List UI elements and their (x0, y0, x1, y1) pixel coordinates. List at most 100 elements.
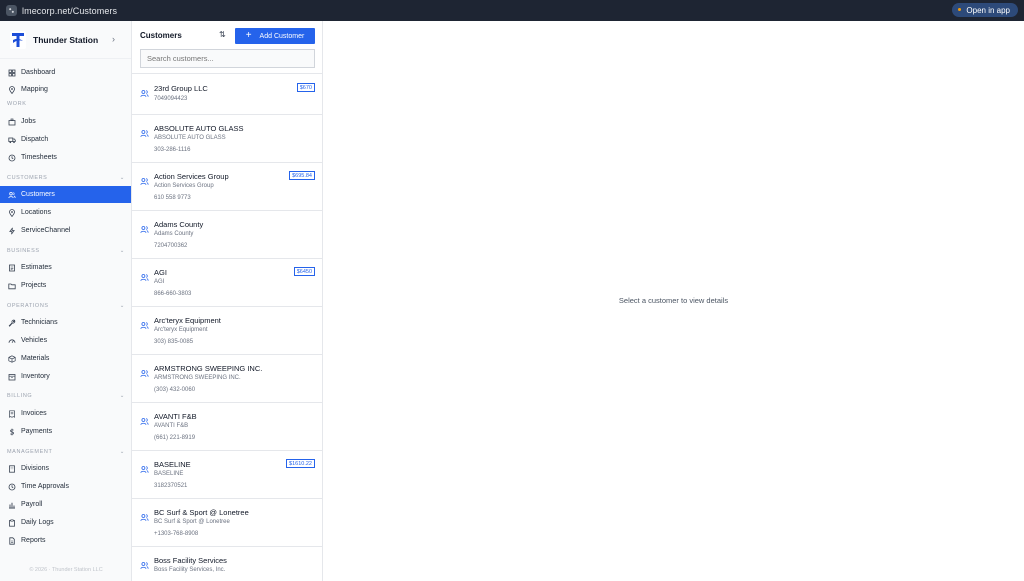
empty-state-message: Select a customer to view details (618, 296, 729, 305)
sidebar-footer: © 2026 · Thunder Station LLC (29, 567, 103, 573)
sidebar-item-servicechannel[interactable]: ServiceChannel (0, 222, 131, 239)
customer-list-item[interactable]: AVANTI F&B AVANTI F&B (661) 221-8919 (132, 403, 322, 451)
clipboard-icon (7, 518, 16, 527)
customer-icon (140, 461, 149, 473)
customer-name: Boss Facility Services (154, 556, 227, 565)
sort-icon[interactable]: ⇅ (219, 30, 226, 39)
sidebar-item-estimates[interactable]: Estimates (0, 259, 131, 276)
site-settings-icon[interactable] (6, 5, 17, 16)
sidebar-item-timesheets[interactable]: Timesheets (0, 149, 131, 166)
sidebar-item-label: Locations (21, 209, 51, 216)
sidebar-item-invoices[interactable]: Invoices (0, 405, 131, 422)
box-icon (7, 354, 16, 363)
customer-icon (140, 509, 149, 521)
sidebar-item-label: Jobs (21, 118, 36, 125)
sidebar-item-mapping[interactable]: Mapping (0, 81, 131, 98)
customer-name: Adams County (154, 220, 204, 229)
sidebar-item-technicians[interactable]: Technicians (0, 314, 131, 331)
customer-list-item[interactable]: AGI AGI 866-660-3803 $6450 (132, 259, 322, 307)
add-customer-button[interactable]: + Add Customer (235, 28, 315, 44)
chevron-down-icon[interactable]: ⌄ (120, 393, 125, 399)
sidebar-item-label: Daily Logs (21, 519, 54, 526)
wrench-icon (7, 318, 16, 327)
customer-phone: 7204700362 (154, 243, 188, 249)
sidebar-item-label: Dashboard (21, 69, 56, 76)
customer-list-item[interactable]: ABSOLUTE AUTO GLASS ABSOLUTE AUTO GLASS 30… (132, 115, 322, 163)
balance-badge: $1610.22 (286, 459, 315, 468)
customer-list-item[interactable]: Boss Facility Services Boss Facility Serv… (132, 547, 322, 581)
sidebar-item-daily-logs[interactable]: Daily Logs (0, 514, 131, 531)
chart-icon (7, 500, 16, 509)
location-icon (7, 208, 16, 217)
sidebar-item-inventory[interactable]: Inventory (0, 368, 131, 385)
briefcase-icon (7, 117, 16, 126)
chevron-down-icon[interactable]: ⌄ (120, 175, 125, 181)
sidebar-item-materials[interactable]: Materials (0, 350, 131, 367)
chevron-right-icon[interactable]: › (112, 34, 115, 44)
customer-company: BC Surf & Sport @ Lonetree (154, 519, 230, 525)
sidebar-item-label: Customers (21, 191, 55, 198)
search-customers-input[interactable] (140, 49, 315, 68)
customer-list-item[interactable]: 23rd Group LLC 7049094423 $670 (132, 75, 322, 115)
plus-icon: + (245, 30, 252, 41)
sidebar-item-projects[interactable]: Projects (0, 277, 131, 294)
customer-company: AVANTI F&B (154, 423, 189, 429)
sidebar-item-locations[interactable]: Locations (0, 204, 131, 221)
customer-icon (140, 221, 149, 233)
chevron-down-icon[interactable]: ⌄ (120, 449, 125, 455)
section-label: WORK (7, 101, 27, 107)
customer-name: ABSOLUTE AUTO GLASS (154, 124, 244, 133)
brand-header[interactable]: Thunder Station › (0, 21, 131, 59)
customer-list-item[interactable]: Action Services Group Action Services Gro… (132, 163, 322, 211)
app-indicator-icon (958, 8, 962, 11)
map-pin-icon (7, 85, 16, 94)
sidebar-item-customers[interactable]: Customers (0, 186, 131, 203)
customer-phone: 303) 835-0085 (154, 339, 194, 345)
open-in-app-label: Open in app (966, 5, 1010, 15)
file-icon (7, 536, 16, 545)
section-label: MANAGEMENT (7, 449, 53, 455)
customer-list-item[interactable]: Arc'teryx Equipment Arc'teryx Equipment 30… (132, 307, 322, 355)
sidebar-item-vehicles[interactable]: Vehicles (0, 332, 131, 349)
customer-detail-area: Select a customer to view details (323, 21, 1024, 581)
customer-icon (140, 365, 149, 377)
customer-list-item[interactable]: Adams County Adams County 7204700362 (132, 211, 322, 259)
chevron-down-icon[interactable]: ⌄ (120, 248, 125, 254)
sidebar-item-payments[interactable]: Payments (0, 423, 131, 440)
chevron-down-icon[interactable]: ⌄ (120, 303, 125, 309)
sidebar-section-business[interactable]: BUSINESS ⌄ (7, 248, 125, 254)
sidebar-item-label: Mapping (21, 86, 48, 93)
sidebar-section-billing[interactable]: BILLING ⌄ (7, 393, 125, 399)
customer-icon (140, 269, 149, 281)
customer-icon (140, 125, 149, 137)
sidebar-section-management[interactable]: MANAGEMENT ⌄ (7, 449, 125, 455)
sidebar-item-payroll[interactable]: Payroll (0, 496, 131, 513)
sidebar-section-operations[interactable]: OPERATIONS ⌄ (7, 303, 125, 309)
customer-phone: 303-286-1116 (154, 147, 191, 153)
sidebar-item-label: Estimates (21, 264, 52, 271)
thunder-station-logo (10, 30, 26, 49)
customer-phone: +1303-768-8908 (154, 531, 199, 537)
sidebar-item-divisions[interactable]: Divisions (0, 460, 131, 477)
sidebar-item-dashboard[interactable]: Dashboard (0, 64, 131, 81)
sidebar-item-reports[interactable]: Reports (0, 532, 131, 549)
sidebar-item-label: Projects (21, 282, 47, 289)
customer-list-item[interactable]: BC Surf & Sport @ Lonetree BC Surf & Spor… (132, 499, 322, 547)
brand-name: Thunder Station (33, 34, 99, 45)
customer-list-item[interactable]: ARMSTRONG SWEEPING INC. ARMSTRONG SWEEPIN… (132, 355, 322, 403)
customer-name: ARMSTRONG SWEEPING INC. (154, 364, 263, 373)
customer-company: BASELINE (154, 471, 184, 477)
balance-badge: $670 (296, 83, 315, 92)
sidebar-item-time-approvals[interactable]: Time Approvals (0, 478, 131, 495)
sidebar-section-work: WORK (7, 101, 125, 107)
customer-name: Action Services Group (154, 172, 229, 181)
sidebar-section-customers: CUSTOMERS ⌄ (7, 175, 125, 181)
url-text[interactable]: lmecorp.net/Customers (22, 6, 117, 16)
sidebar-item-jobs[interactable]: Jobs (0, 113, 131, 130)
sidebar-item-dispatch[interactable]: Dispatch (0, 131, 131, 148)
customer-phone: (303) 432-0060 (154, 387, 196, 393)
open-in-app-button[interactable]: Open in app (952, 3, 1018, 17)
customers-title: Customers (140, 31, 182, 40)
customer-list-item[interactable]: BASELINE BASELINE 3182370521 $1610.22 (132, 451, 322, 499)
customer-icon (140, 413, 149, 425)
